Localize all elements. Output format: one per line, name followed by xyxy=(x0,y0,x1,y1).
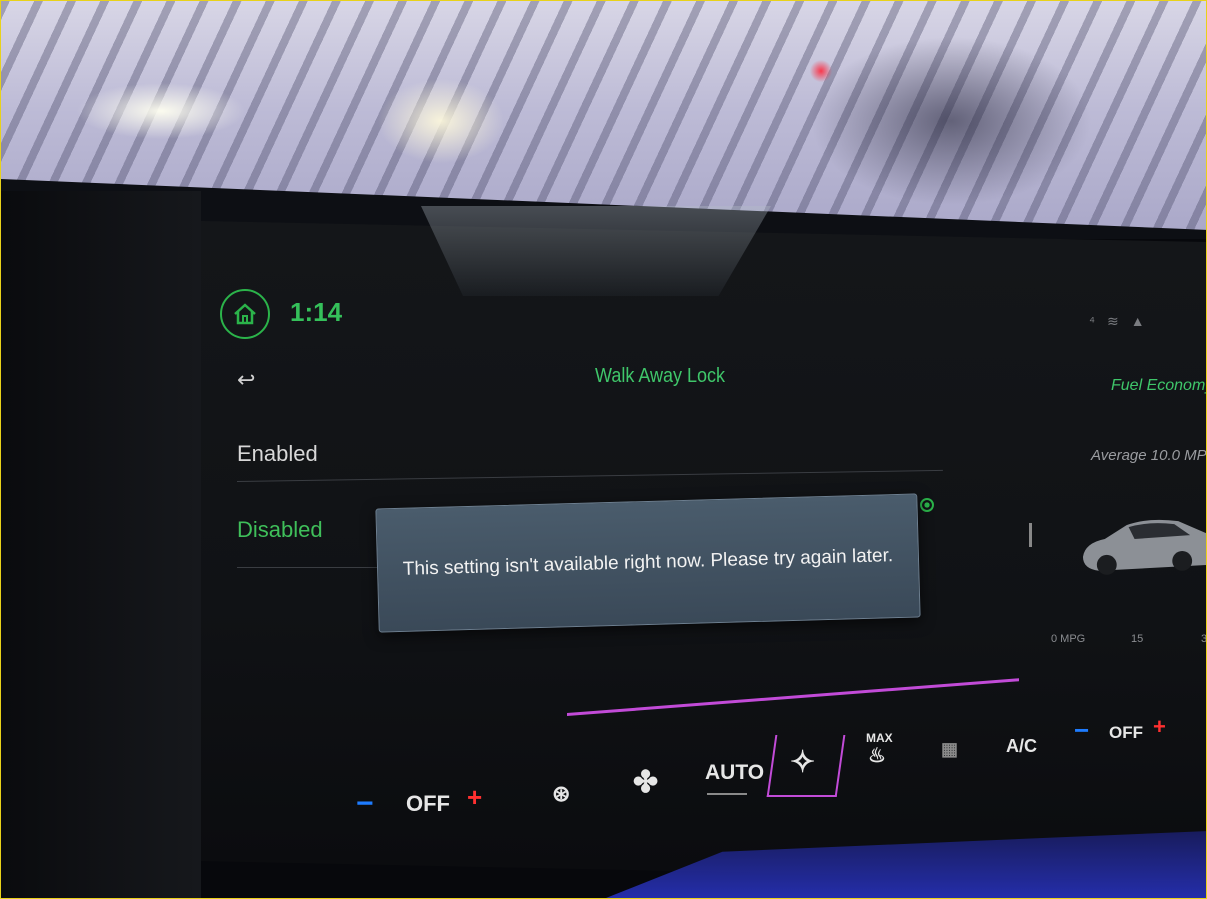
defrost-rear-icon: ▦ xyxy=(941,739,959,759)
back-button[interactable]: ↩ xyxy=(237,367,255,393)
left-bezel xyxy=(1,191,201,898)
divider xyxy=(237,567,377,568)
ac-button[interactable]: A/C xyxy=(1006,736,1037,757)
screen-reflection xyxy=(421,206,771,296)
option-disabled[interactable]: Disabled xyxy=(237,517,323,543)
max-defrost-button[interactable]: ♨ xyxy=(868,743,886,768)
mpg-scale-min: 0 MPG xyxy=(1051,633,1086,645)
auto-indicator xyxy=(707,793,747,795)
right-temp-up-button[interactable]: + xyxy=(1153,714,1166,740)
left-temp-down-button[interactable]: − xyxy=(356,787,374,821)
toast-message: This setting isn't available right now. … xyxy=(375,493,921,633)
right-temp-down-button[interactable]: − xyxy=(1074,715,1089,746)
seat-airflow-icon: ✧ xyxy=(790,746,816,779)
vehicle-image xyxy=(1082,519,1206,575)
status-icons: ⁴≋▲ xyxy=(1089,313,1157,330)
average-mpg: Average 10.0 MPG xyxy=(1091,447,1207,464)
navigation-icon: ▲ xyxy=(1130,313,1157,329)
rear-defrost-button[interactable]: ▦ xyxy=(941,739,958,760)
fuel-economy-title: Fuel Economy xyxy=(1111,377,1207,394)
defrost-front-icon: ♨ xyxy=(868,745,886,767)
left-temp-up-button[interactable]: + xyxy=(467,782,482,813)
heated-steering-icon: ⊛ xyxy=(552,781,571,806)
toast-text: This setting isn't available right now. … xyxy=(402,545,894,580)
seat-airflow-button[interactable]: ✧ xyxy=(790,745,815,780)
signal-icon: ⁴ xyxy=(1089,313,1108,329)
option-disabled-radio[interactable] xyxy=(920,498,934,512)
left-temp-value: OFF xyxy=(406,791,450,816)
back-icon: ↩ xyxy=(237,367,256,392)
fan-icon: ✤ xyxy=(633,766,659,799)
photo-frame: 1:14 ⁴≋▲ ↩ Walk Away Lock Enabled Disabl… xyxy=(0,0,1207,899)
home-button[interactable] xyxy=(220,289,270,339)
mpg-scale-max: 3 xyxy=(1201,633,1207,645)
heated-steering-button[interactable]: ⊛ xyxy=(552,781,570,807)
fan-button[interactable]: ✤ xyxy=(633,765,658,800)
page-title: Walk Away Lock xyxy=(595,365,726,387)
home-icon xyxy=(234,303,256,325)
panel-scrollbar[interactable] xyxy=(1029,523,1032,547)
mpg-scale-mid: 15 xyxy=(1131,633,1144,645)
auto-button[interactable]: AUTO xyxy=(705,761,764,785)
right-temp-value: OFF xyxy=(1109,723,1143,742)
clock: 1:14 xyxy=(290,297,343,327)
wifi-icon: ≋ xyxy=(1107,313,1131,329)
option-enabled[interactable]: Enabled xyxy=(237,441,318,467)
